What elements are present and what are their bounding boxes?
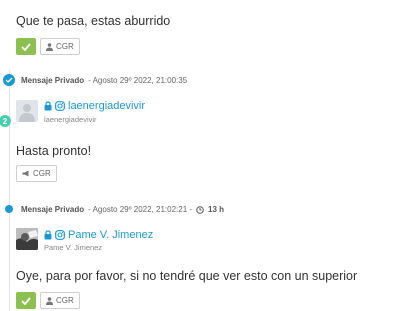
entry-header: Mensaje Privado - Agosto 29º 2022, 21:02… — [21, 205, 224, 214]
tag-label: CGR — [56, 42, 74, 51]
tag-label: CGR — [56, 296, 74, 305]
check-icon — [21, 296, 31, 305]
check-icon — [21, 42, 31, 51]
message-text: Hasta pronto! — [16, 144, 92, 158]
timeline-dot — [5, 205, 13, 213]
entry-elapsed: 13 h — [208, 205, 225, 214]
assign-cgr-button[interactable]: CGR — [40, 38, 80, 55]
entry-type-label: Mensaje Privado — [21, 76, 85, 85]
verified-icon — [3, 74, 15, 86]
timeline-line — [9, 70, 10, 311]
user-name: Pame V. Jimenez — [68, 229, 154, 241]
approve-button[interactable] — [16, 38, 36, 55]
user-link[interactable]: Pame V. Jimenez — [44, 229, 153, 241]
message-text: Oye, para por favor, si no tendré que ve… — [16, 269, 358, 283]
entry-date: - Agosto 29º 2022, 21:02:21 - — [88, 205, 193, 214]
avatar — [16, 228, 38, 250]
instagram-icon — [55, 101, 65, 111]
tag-label: CGR — [33, 169, 51, 178]
avatar — [16, 100, 38, 122]
user-icon — [46, 296, 53, 305]
entry-date: - Agosto 29º 2022, 21:00:35 — [88, 76, 188, 85]
entry-type-label: Mensaje Privado — [21, 205, 85, 214]
lock-icon — [44, 101, 52, 111]
user-handle: laenergiadevivir — [44, 115, 97, 124]
megaphone-icon — [22, 170, 29, 177]
user-name: laenergiadevivir — [68, 100, 146, 112]
user-link[interactable]: laenergiadevivir — [44, 100, 145, 112]
approve-button[interactable] — [16, 292, 36, 309]
clock-icon — [196, 205, 204, 214]
instagram-icon — [55, 230, 65, 240]
message-text: Que te pasa, estas aburrido — [16, 14, 171, 28]
assign-cgr-button[interactable]: CGR — [40, 292, 80, 309]
assign-cgr-button[interactable]: CGR — [16, 165, 57, 182]
user-handle: Pame V. Jimenez — [44, 243, 103, 252]
lock-icon — [44, 230, 52, 240]
entry-header: Mensaje Privado - Agosto 29º 2022, 21:00… — [21, 76, 187, 85]
user-icon — [46, 42, 53, 51]
